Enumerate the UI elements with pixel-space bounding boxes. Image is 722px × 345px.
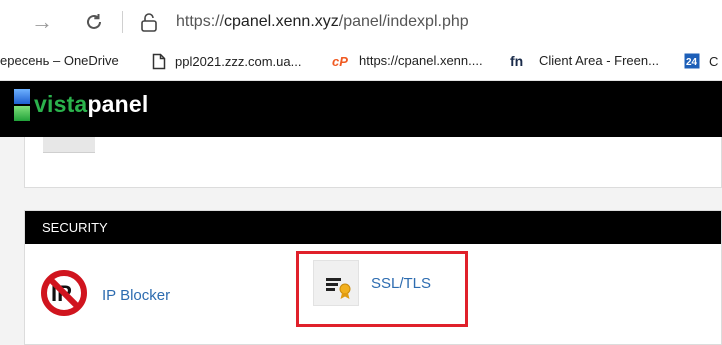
- svg-text:24: 24: [686, 57, 698, 68]
- ip-blocker-label: IP Blocker: [102, 287, 171, 304]
- bookmark-cpanel[interactable]: cP https://cpanel.xenn....: [332, 53, 483, 68]
- page-icon: [152, 53, 166, 70]
- brand-header: vistapanel: [0, 81, 722, 137]
- cpanel-icon: cP: [332, 54, 350, 68]
- bookmark-label: ересень – OneDrive: [0, 53, 119, 68]
- calendar-24-icon: 24: [684, 53, 700, 69]
- reload-icon[interactable]: [80, 8, 108, 36]
- freenom-icon: fn: [510, 54, 530, 68]
- previous-section-card: [24, 137, 722, 188]
- back-arrow-icon[interactable]: →: [28, 8, 56, 36]
- vistapanel-logo-text: vistapanel: [34, 91, 149, 118]
- url-domain: cpanel.xenn.xyz: [224, 13, 339, 30]
- bookmark-ppl2021[interactable]: ppl2021.zzz.com.ua...: [152, 53, 301, 70]
- ssl-tls-link[interactable]: SSL/TLS: [313, 260, 431, 306]
- ip-blocker-icon: IP: [40, 269, 88, 322]
- bookmark-calendar[interactable]: 24 C: [684, 53, 718, 69]
- cut-off-icon-tile: [43, 137, 95, 153]
- bookmark-onedrive[interactable]: ересень – OneDrive: [0, 53, 119, 68]
- bookmarks-bar: ересень – OneDrive ppl2021.zzz.com.ua...…: [0, 44, 722, 81]
- browser-toolbar: → https://cpanel.xenn.xyz/panel/indexpl.…: [0, 0, 722, 44]
- brand-name-part1: vista: [34, 91, 88, 117]
- vistapanel-logo-icon: [14, 87, 30, 123]
- security-section-header: SECURITY: [25, 211, 721, 244]
- bookmark-label: https://cpanel.xenn....: [359, 53, 483, 68]
- bookmark-label: Client Area - Freen...: [539, 53, 659, 68]
- bookmark-label: ppl2021.zzz.com.ua...: [175, 54, 302, 69]
- url-prefix: https://: [176, 13, 225, 30]
- address-bar-url[interactable]: https://cpanel.xenn.xyz/panel/indexpl.ph…: [176, 13, 469, 31]
- url-path: /panel/indexpl.php: [338, 13, 469, 30]
- ip-blocker-link[interactable]: IP IP Blocker: [40, 269, 170, 322]
- security-section: SECURITY IP IP Blocker SSL/TLS: [24, 210, 722, 345]
- bookmark-freenom[interactable]: fn Client Area - Freen...: [510, 53, 659, 68]
- ssl-certificate-icon: [313, 260, 359, 306]
- ssl-tls-label: SSL/TLS: [371, 274, 432, 292]
- svg-text:fn: fn: [510, 54, 523, 68]
- brand-name-part2: panel: [87, 91, 149, 117]
- toolbar-divider: [122, 11, 123, 33]
- page-info-icon[interactable]: [140, 13, 158, 38]
- svg-text:cP: cP: [332, 54, 348, 68]
- bookmark-label: C: [709, 53, 719, 69]
